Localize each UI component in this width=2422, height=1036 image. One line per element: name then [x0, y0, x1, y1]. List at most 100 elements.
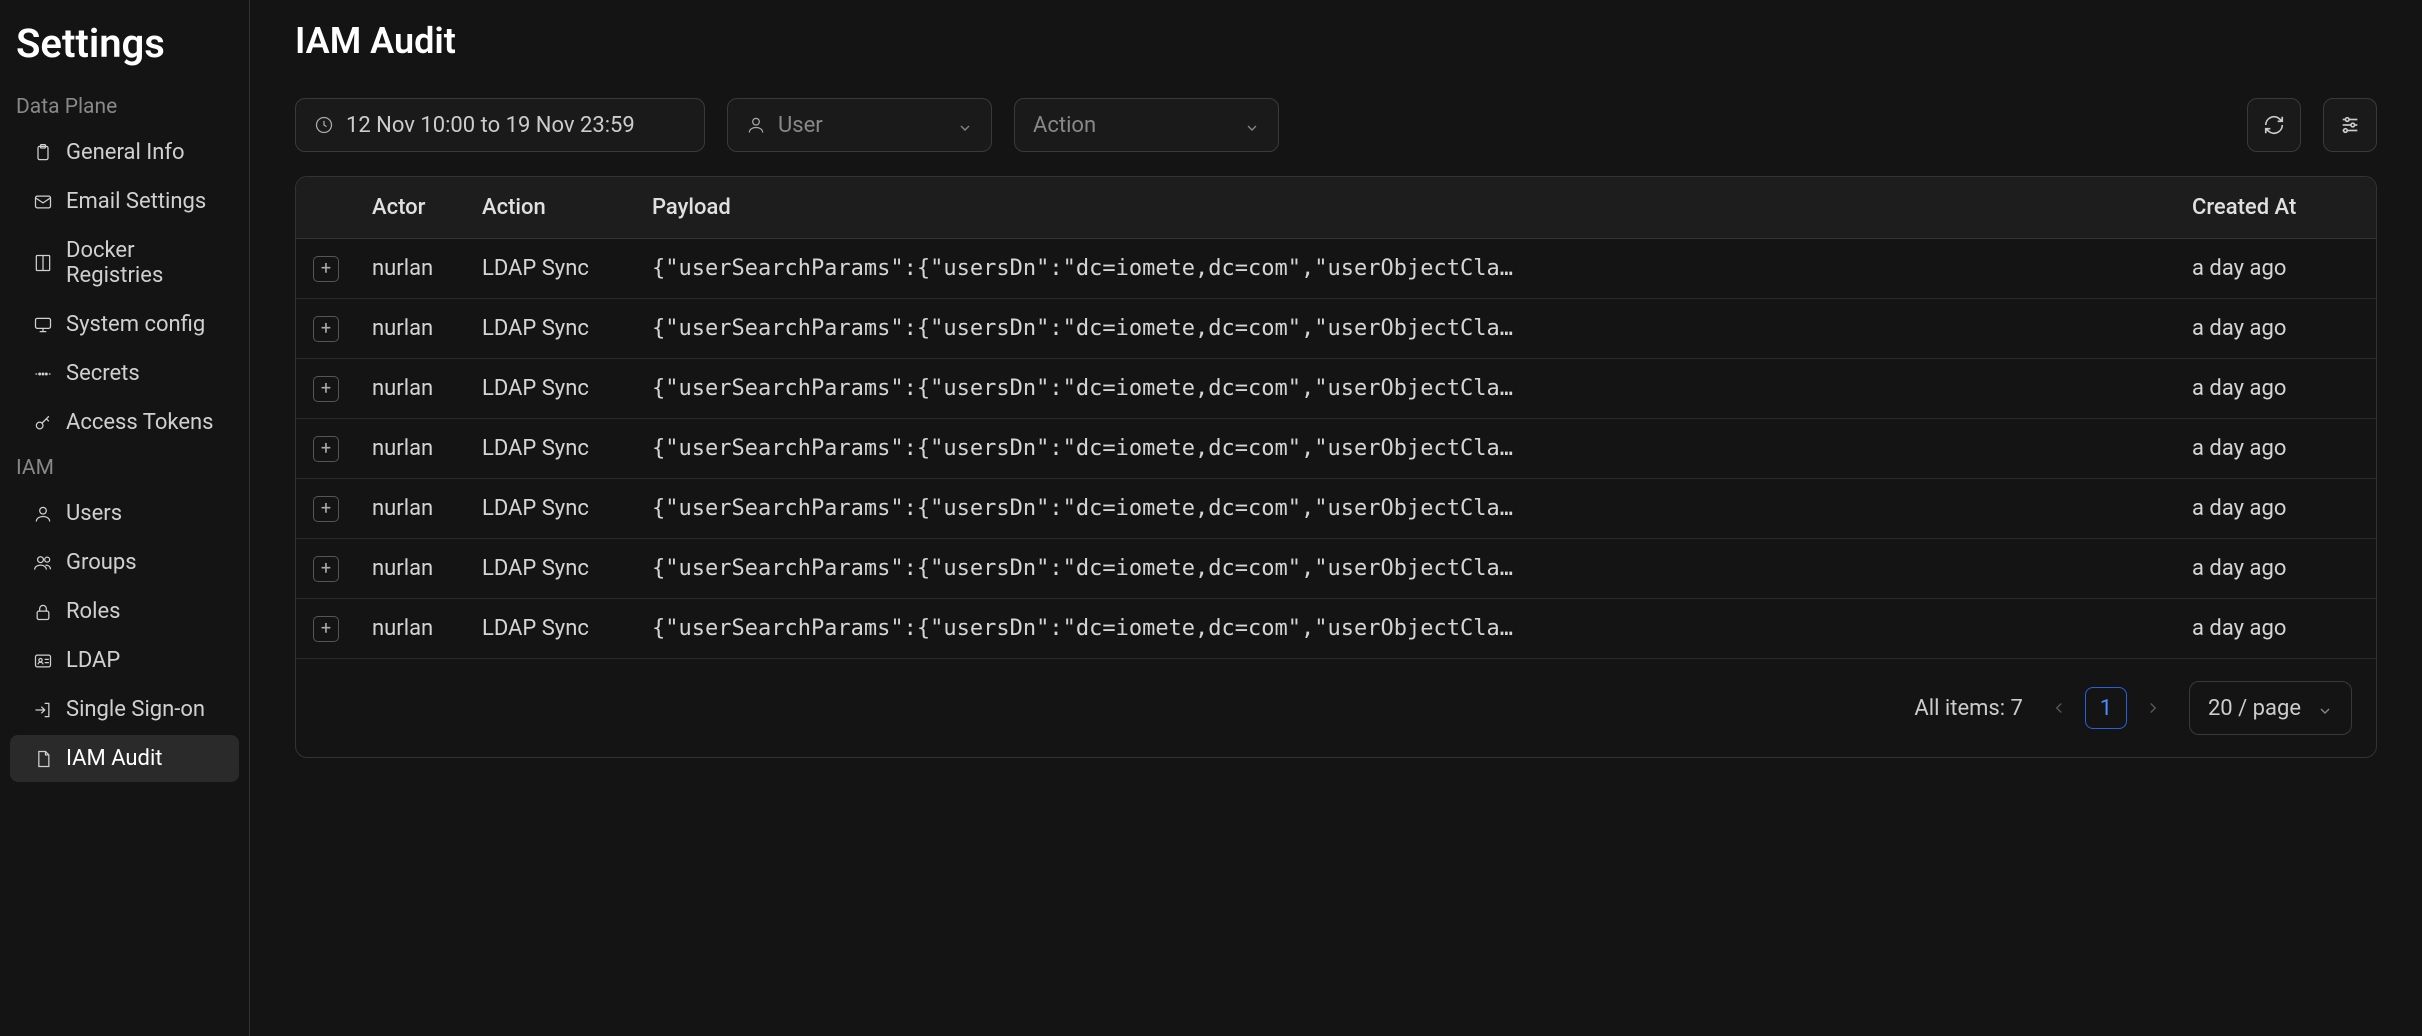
cell-created: a day ago: [2176, 419, 2376, 479]
cell-actor: nurlan: [356, 419, 466, 479]
clipboard-icon: [32, 142, 54, 164]
sidebar-section-label: Data Plane: [0, 87, 249, 127]
pager: 1: [2047, 687, 2165, 729]
cell-action: LDAP Sync: [466, 359, 636, 419]
cell-action: LDAP Sync: [466, 539, 636, 599]
cell-created: a day ago: [2176, 359, 2376, 419]
table-row: + nurlanLDAP Sync{"userSearchParams":{"us…: [296, 359, 2376, 419]
user-filter-placeholder: User: [778, 113, 823, 138]
sidebar-item-iam-audit[interactable]: IAM Audit: [10, 735, 239, 782]
chevron-down-icon: [957, 117, 973, 133]
action-filter-select[interactable]: Action: [1014, 98, 1279, 152]
sidebar-section-label: IAM: [0, 448, 249, 488]
file-icon: [32, 748, 54, 770]
sidebar-item-label: Groups: [66, 550, 137, 575]
users-icon: [32, 552, 54, 574]
filter-toolbar: 12 Nov 10:00 to 19 Nov 23:59 User Action: [295, 98, 2377, 152]
sidebar-item-system-config[interactable]: System config: [10, 301, 239, 348]
table-header-expand: [296, 177, 356, 239]
settings-sidebar: Settings Data Plane General Info Email Set…: [0, 0, 250, 1036]
cell-action: LDAP Sync: [466, 479, 636, 539]
cell-created: a day ago: [2176, 599, 2376, 659]
cell-action: LDAP Sync: [466, 239, 636, 299]
cell-payload: {"userSearchParams":{"usersDn":"dc=iomet…: [636, 359, 2176, 419]
refresh-button[interactable]: [2247, 98, 2301, 152]
cell-payload: {"userSearchParams":{"usersDn":"dc=iomet…: [636, 299, 2176, 359]
cell-action: LDAP Sync: [466, 419, 636, 479]
cell-payload: {"userSearchParams":{"usersDn":"dc=iomet…: [636, 479, 2176, 539]
action-filter-placeholder: Action: [1033, 113, 1096, 138]
cell-created: a day ago: [2176, 539, 2376, 599]
cell-payload: {"userSearchParams":{"usersDn":"dc=iomet…: [636, 599, 2176, 659]
sidebar-item-label: Secrets: [66, 361, 140, 386]
login-icon: [32, 699, 54, 721]
cell-actor: nurlan: [356, 299, 466, 359]
book-icon: [32, 252, 54, 274]
cell-payload: {"userSearchParams":{"usersDn":"dc=iomet…: [636, 239, 2176, 299]
sidebar-item-label: Single Sign-on: [66, 697, 205, 722]
expand-row-button[interactable]: +: [313, 556, 339, 582]
audit-table: Actor Action Payload Created At +nurlanL…: [296, 177, 2376, 658]
sidebar-item-general-info[interactable]: General Info: [10, 129, 239, 176]
sidebar-item-secrets[interactable]: Secrets: [10, 350, 239, 397]
expand-row-button[interactable]: +: [313, 256, 339, 282]
page-size-select[interactable]: 20 / page: [2189, 681, 2352, 735]
sidebar-item-ldap[interactable]: LDAP: [10, 637, 239, 684]
cell-payload: {"userSearchParams":{"usersDn":"dc=iomet…: [636, 539, 2176, 599]
prev-page-button[interactable]: [2047, 696, 2071, 720]
cell-created: a day ago: [2176, 299, 2376, 359]
page-number-1[interactable]: 1: [2085, 687, 2127, 729]
table-row: +nurlanLDAP Sync{"userSearchParams":{"us…: [296, 599, 2376, 659]
clock-icon: [314, 115, 334, 135]
cell-actor: nurlan: [356, 479, 466, 539]
expand-row-button[interactable]: +: [313, 316, 339, 342]
cell-action: LDAP Sync: [466, 299, 636, 359]
date-range-picker[interactable]: 12 Nov 10:00 to 19 Nov 23:59: [295, 98, 705, 152]
sidebar-item-email-settings[interactable]: Email Settings: [10, 178, 239, 225]
expand-row-button[interactable]: +: [313, 436, 339, 462]
table-header-payload: Payload: [636, 177, 2176, 239]
cell-created: a day ago: [2176, 479, 2376, 539]
audit-table-container: Actor Action Payload Created At +nurlanL…: [295, 176, 2377, 758]
sidebar-item-access-tokens[interactable]: Access Tokens: [10, 399, 239, 446]
sidebar-item-docker-registries[interactable]: Docker Registries: [10, 227, 239, 299]
sidebar-title: Settings: [0, 10, 249, 87]
cell-action: LDAP Sync: [466, 599, 636, 659]
sidebar-item-roles[interactable]: Roles: [10, 588, 239, 635]
sidebar-item-label: System config: [66, 312, 205, 337]
main-content: IAM Audit 12 Nov 10:00 to 19 Nov 23:59 U…: [250, 0, 2422, 1036]
table-row: +nurlanLDAP Sync{"userSearchParams":{"us…: [296, 539, 2376, 599]
expand-row-button[interactable]: +: [313, 376, 339, 402]
chevron-down-icon: [2317, 700, 2333, 716]
sidebar-item-label: Access Tokens: [66, 410, 214, 435]
user-filter-select[interactable]: User: [727, 98, 992, 152]
cell-actor: nurlan: [356, 359, 466, 419]
sidebar-item-sso[interactable]: Single Sign-on: [10, 686, 239, 733]
table-row: + nurlanLDAP Sync{"userSearchParams":{"us…: [296, 239, 2376, 299]
expand-row-button[interactable]: +: [313, 496, 339, 522]
sidebar-item-label: LDAP: [66, 648, 120, 673]
monitor-icon: [32, 314, 54, 336]
sidebar-item-groups[interactable]: Groups: [10, 539, 239, 586]
date-range-value: 12 Nov 10:00 to 19 Nov 23:59: [346, 113, 635, 138]
table-header-created: Created At: [2176, 177, 2376, 239]
sidebar-item-label: Roles: [66, 599, 120, 624]
expand-row-button[interactable]: +: [313, 616, 339, 642]
next-page-button[interactable]: [2141, 696, 2165, 720]
sidebar-item-users[interactable]: Users: [10, 490, 239, 537]
cell-payload: {"userSearchParams":{"usersDn":"dc=iomet…: [636, 419, 2176, 479]
cell-created: a day ago: [2176, 239, 2376, 299]
table-row: + nurlanLDAP Sync{"userSearchParams":{"us…: [296, 419, 2376, 479]
table-header-actor: Actor: [356, 177, 466, 239]
idcard-icon: [32, 650, 54, 672]
sidebar-item-label: Docker Registries: [66, 238, 217, 288]
password-icon: [32, 363, 54, 385]
lock-icon: [32, 601, 54, 623]
table-header-action: Action: [466, 177, 636, 239]
sidebar-item-label: General Info: [66, 140, 185, 165]
filter-settings-button[interactable]: [2323, 98, 2377, 152]
cell-actor: nurlan: [356, 239, 466, 299]
chevron-down-icon: [1244, 117, 1260, 133]
user-icon: [746, 115, 766, 135]
table-row: + nurlanLDAP Sync{"userSearchParams":{"us…: [296, 479, 2376, 539]
